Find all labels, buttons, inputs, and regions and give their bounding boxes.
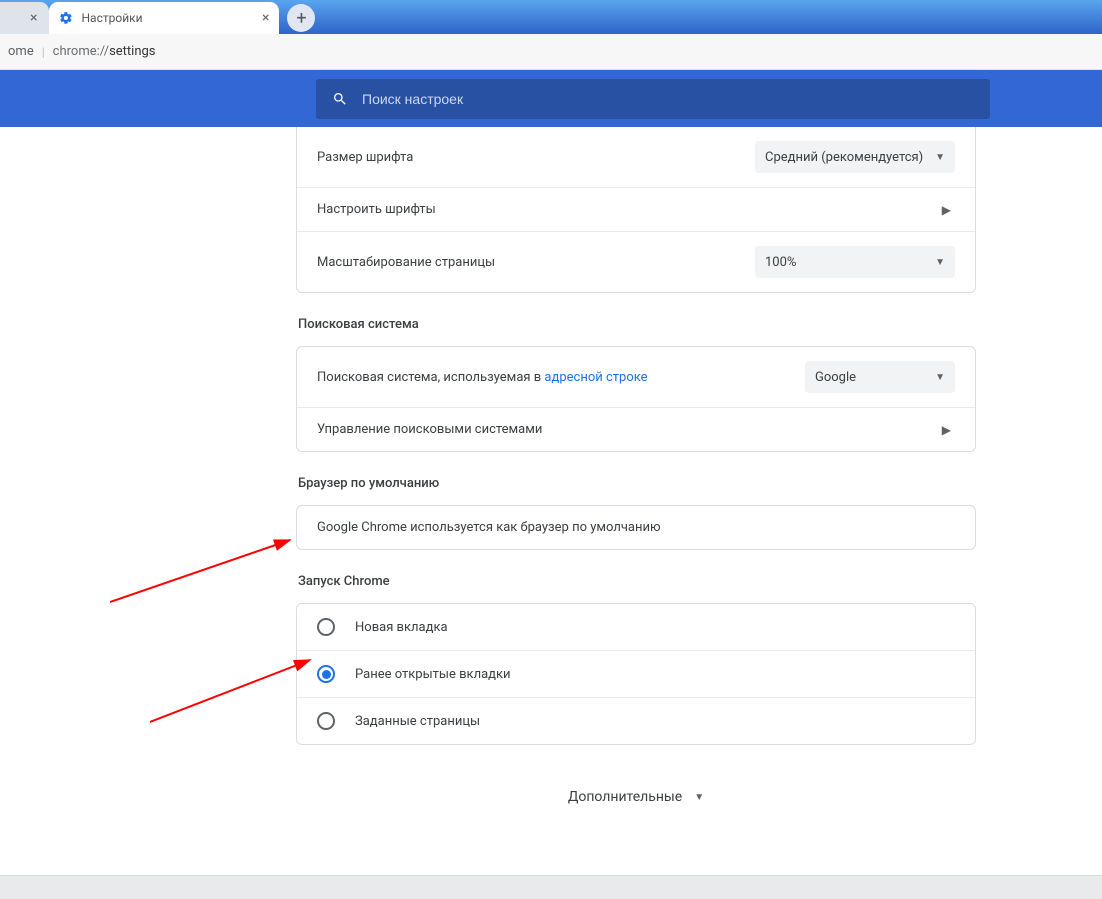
font-size-label: Размер шрифта (317, 150, 755, 165)
font-size-dropdown[interactable]: Средний (рекомендуется) ▼ (755, 141, 955, 173)
startup-card: Новая вкладка Ранее открытые вкладки Зад… (296, 603, 976, 745)
search-engine-dropdown[interactable]: Google ▼ (805, 361, 955, 393)
advanced-toggle[interactable]: Дополнительные ▼ (296, 789, 976, 805)
default-browser-card: Google Chrome используется как браузер п… (296, 505, 976, 550)
startup-option-new-tab[interactable]: Новая вкладка (297, 604, 975, 650)
search-engine-title: Поисковая система (298, 317, 976, 332)
radio-icon (317, 665, 335, 683)
plus-icon: + (296, 8, 306, 29)
radio-icon (317, 618, 335, 636)
search-engine-row: Поисковая система, используемая в адресн… (297, 347, 975, 407)
advanced-label: Дополнительные (568, 789, 682, 805)
radio-icon (317, 712, 335, 730)
chevron-right-icon: ▶ (938, 423, 955, 437)
settings-search[interactable] (316, 79, 990, 119)
manage-search-engines-row[interactable]: Управление поисковыми системами ▶ (297, 407, 975, 451)
startup-option-label: Ранее открытые вкладки (355, 667, 511, 682)
appearance-card: Размер шрифта Средний (рекомендуется) ▼ … (296, 127, 976, 293)
taskbar-fragment (0, 875, 1102, 899)
settings-search-input[interactable] (362, 91, 974, 107)
startup-option-label: Заданные страницы (355, 714, 480, 729)
font-size-value: Средний (рекомендуется) (765, 150, 923, 165)
startup-option-specific[interactable]: Заданные страницы (297, 697, 975, 744)
tab-strip: × Настройки × + (0, 0, 1102, 34)
default-browser-title: Браузер по умолчанию (298, 476, 976, 491)
url-path: settings (109, 44, 155, 59)
separator: | (42, 45, 45, 59)
search-engine-card: Поисковая система, используемая в адресн… (296, 346, 976, 452)
customize-fonts-label: Настроить шрифты (317, 202, 938, 217)
tab-previous[interactable]: × (0, 2, 49, 34)
startup-option-label: Новая вкладка (355, 620, 448, 635)
chevron-right-icon: ▶ (938, 203, 955, 217)
default-browser-row: Google Chrome используется как браузер п… (297, 506, 975, 549)
tab-settings[interactable]: Настройки × (49, 2, 279, 34)
font-size-row: Размер шрифта Средний (рекомендуется) ▼ (297, 127, 975, 187)
chevron-down-icon: ▼ (694, 792, 704, 803)
page-zoom-value: 100% (765, 255, 796, 270)
url-field[interactable]: chrome://settings (53, 44, 156, 59)
tab-title: Настройки (81, 11, 142, 25)
gear-icon (59, 11, 73, 25)
close-icon[interactable]: × (30, 10, 37, 26)
search-engine-label-prefix: Поисковая система, используемая в (317, 370, 544, 385)
home-button-label[interactable]: ome (8, 44, 34, 59)
close-icon[interactable]: × (262, 10, 269, 26)
page-zoom-dropdown[interactable]: 100% ▼ (755, 246, 955, 278)
settings-header (0, 70, 1102, 127)
search-engine-value: Google (815, 370, 856, 385)
settings-content: Размер шрифта Средний (рекомендуется) ▼ … (0, 127, 1102, 875)
page-zoom-label: Масштабирование страницы (317, 255, 755, 270)
chevron-down-icon: ▼ (935, 257, 945, 268)
startup-option-continue[interactable]: Ранее открытые вкладки (297, 650, 975, 697)
chevron-down-icon: ▼ (935, 372, 945, 383)
chevron-down-icon: ▼ (935, 152, 945, 163)
startup-title: Запуск Chrome (298, 574, 976, 589)
default-browser-text: Google Chrome используется как браузер п… (317, 520, 955, 535)
url-scheme: chrome:// (53, 44, 109, 59)
manage-search-engines-label: Управление поисковыми системами (317, 422, 938, 437)
address-bar: ome | chrome://settings (0, 34, 1102, 70)
page-zoom-row: Масштабирование страницы 100% ▼ (297, 231, 975, 292)
search-engine-label: Поисковая система, используемая в адресн… (317, 370, 805, 385)
search-engine-label-link[interactable]: адресной строке (544, 370, 647, 385)
search-icon (332, 91, 348, 107)
customize-fonts-row[interactable]: Настроить шрифты ▶ (297, 187, 975, 231)
